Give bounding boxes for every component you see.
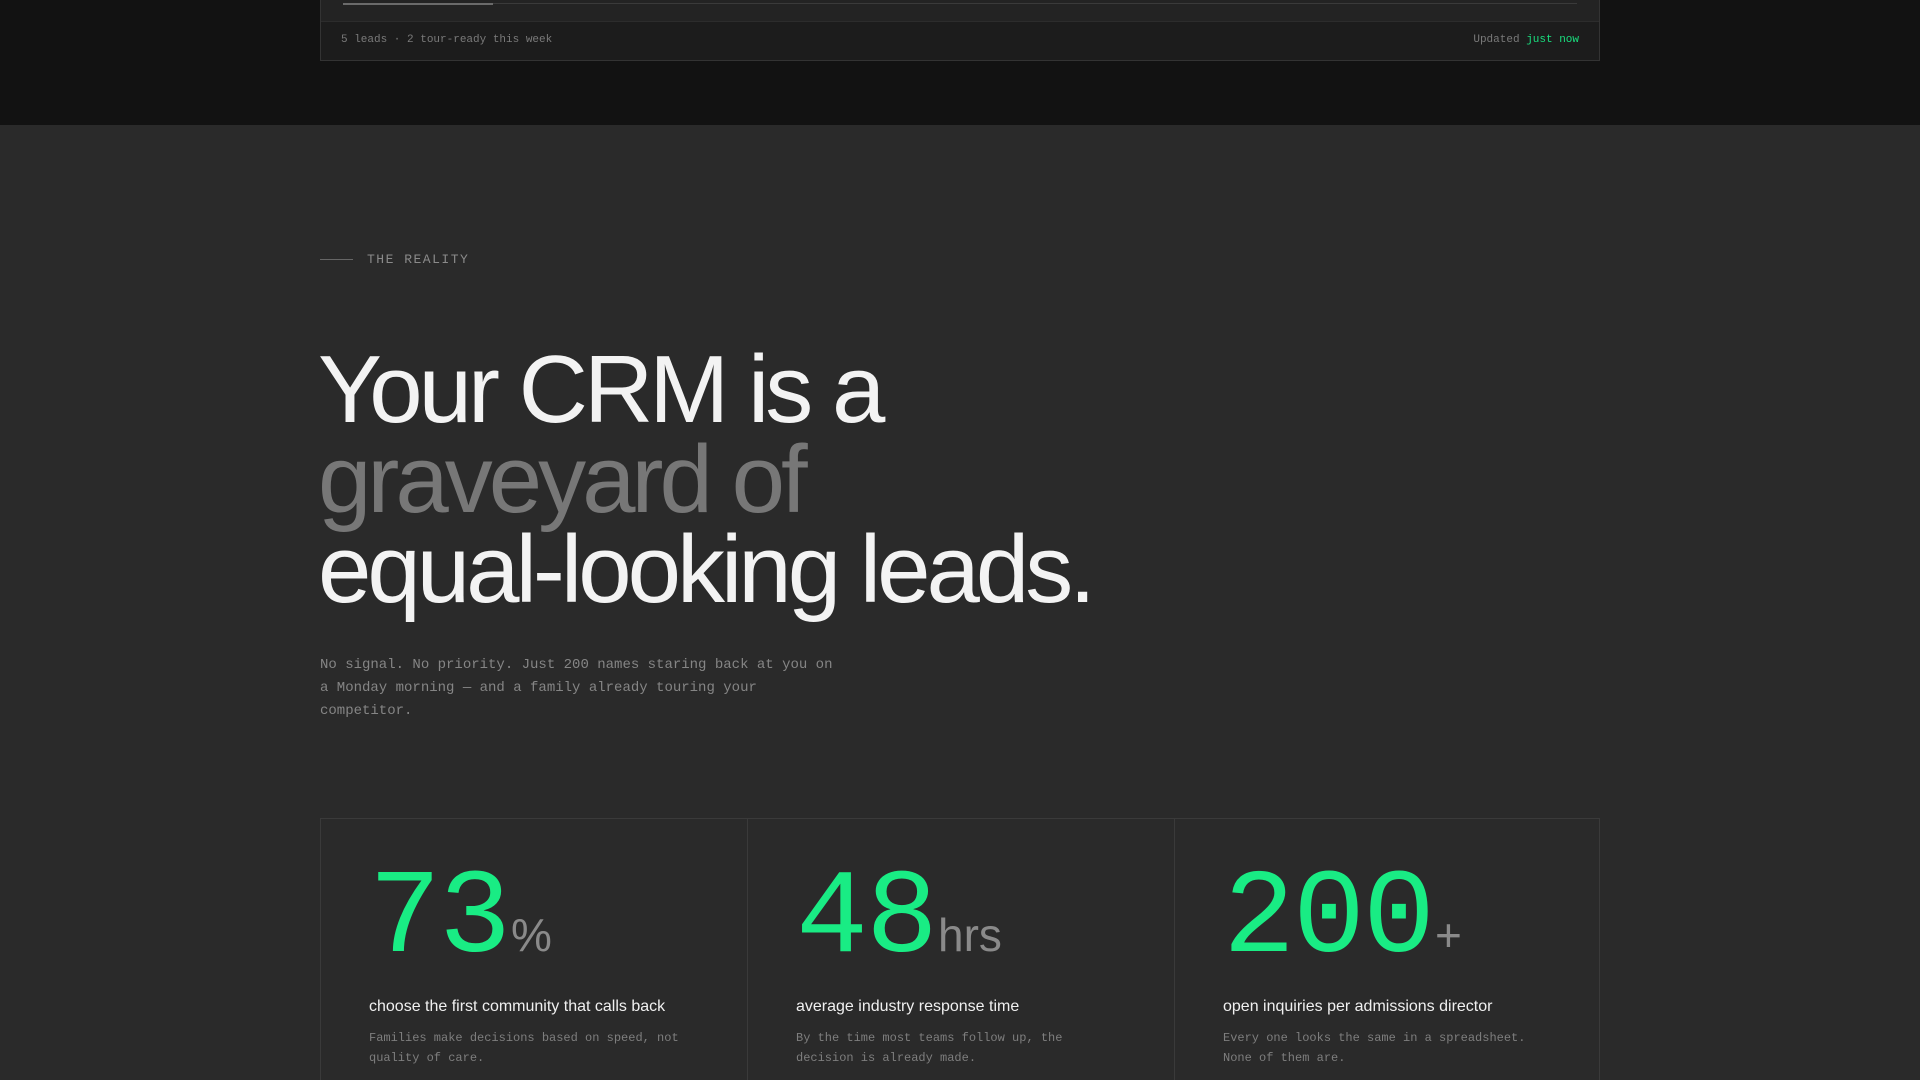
stats-grid: 73 % choose the first community that cal… [320, 818, 1600, 1080]
section-headline: Your CRM is a graveyard of equal-looking… [318, 336, 1096, 623]
previous-section-band: 5 leads · 2 tour-ready this week Updated… [0, 0, 1920, 125]
stat-title: open inquiries per admissions director [1223, 998, 1493, 1015]
stat-title: choose the first community that calls ba… [369, 998, 666, 1015]
section-eyebrow: THE REALITY [320, 252, 469, 267]
stat-card: 200 + open inquiries per admissions dire… [1175, 819, 1601, 1080]
section-subcopy: No signal. No priority. Just 200 names s… [320, 657, 833, 719]
stat-number: 48 hrs [796, 852, 1126, 988]
stat-value: 200 [1223, 852, 1435, 988]
widget-progress-strip [321, 0, 1599, 22]
updated-value: just now [1526, 34, 1579, 46]
stat-unit: + [1435, 909, 1462, 961]
progress-fill [343, 3, 493, 5]
stat-description: Families make decisions based on speed, … [369, 1031, 679, 1065]
widget-footer: 5 leads · 2 tour-ready this week Updated… [341, 34, 1579, 46]
stat-card: 73 % choose the first community that cal… [321, 819, 748, 1080]
updated-status: Updated just now [1473, 34, 1579, 46]
stat-title: average industry response time [796, 998, 1020, 1015]
headline-line-3: equal-looking leads. [318, 516, 1096, 623]
stat-unit: % [511, 909, 552, 961]
updated-label: Updated [1473, 34, 1520, 46]
eyebrow-rule [320, 259, 353, 260]
headline-line-1: Your CRM is a [318, 336, 885, 443]
progress-track [343, 3, 1577, 4]
leads-widget: 5 leads · 2 tour-ready this week Updated… [320, 0, 1600, 61]
stat-unit: hrs [938, 909, 1002, 961]
stat-value: 48 [796, 852, 938, 988]
stat-card: 48 hrs average industry response time By… [748, 819, 1175, 1080]
headline-line-2: graveyard of [318, 426, 808, 533]
stat-number: 200 + [1223, 852, 1553, 988]
eyebrow-label: THE REALITY [367, 252, 470, 267]
stat-description: Every one looks the same in a spreadshee… [1223, 1031, 1526, 1065]
leads-summary: 5 leads · 2 tour-ready this week [341, 34, 553, 46]
stat-value: 73 [369, 852, 511, 988]
stat-description: By the time most teams follow up, the de… [796, 1031, 1063, 1065]
stat-number: 73 % [369, 852, 699, 988]
